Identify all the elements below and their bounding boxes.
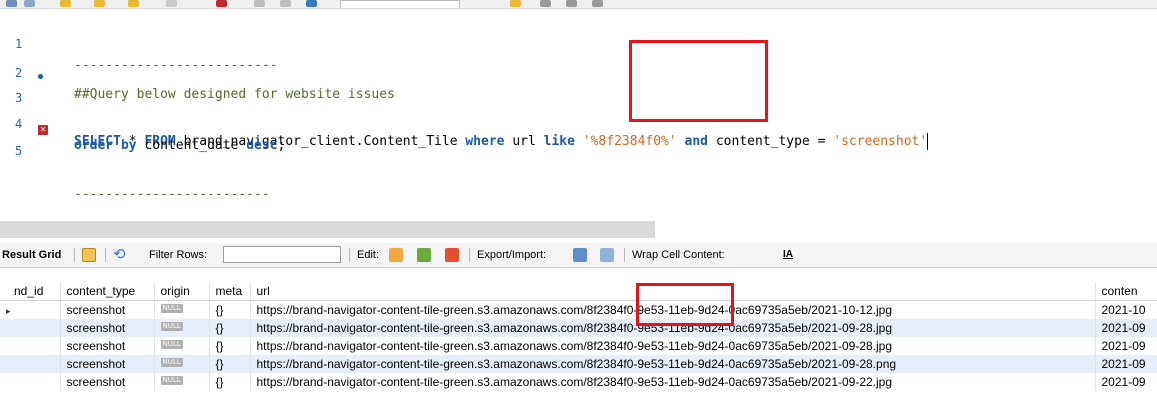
- table-row[interactable]: screenshot NULL {} https://brand-navigat…: [0, 337, 1157, 355]
- add-row-icon[interactable]: [417, 248, 431, 262]
- divider: [469, 248, 470, 262]
- cell-meta[interactable]: {}: [209, 337, 251, 355]
- line-number: 5: [15, 144, 23, 158]
- open-file-icon[interactable]: [24, 0, 35, 7]
- divider: [74, 248, 75, 262]
- divider: [105, 248, 106, 262]
- cell-content-date[interactable]: 2021-09: [1095, 373, 1157, 391]
- export-import-label: Export/Import:: [477, 249, 547, 261]
- cell-content-date[interactable]: 2021-10: [1095, 300, 1157, 319]
- cell-id[interactable]: [0, 373, 61, 391]
- new-tab-icon[interactable]: [6, 0, 17, 7]
- import-icon[interactable]: [600, 248, 614, 262]
- cell-meta[interactable]: {}: [209, 355, 251, 373]
- grid-view-icon[interactable]: [82, 248, 96, 262]
- refresh-icon[interactable]: ⟲: [113, 243, 126, 267]
- cell-id[interactable]: [0, 319, 61, 337]
- beautify-icon[interactable]: [510, 0, 521, 7]
- cell-origin[interactable]: NULL: [154, 300, 210, 319]
- filter-rows-label: Filter Rows:: [149, 249, 208, 261]
- cell-origin[interactable]: NULL: [154, 373, 210, 391]
- cell-origin[interactable]: NULL: [154, 319, 210, 337]
- cell-id[interactable]: [0, 337, 61, 355]
- execute-current-icon[interactable]: [94, 0, 105, 7]
- cell-content-type[interactable]: screenshot: [60, 300, 155, 319]
- cell-content-type[interactable]: screenshot: [60, 355, 155, 373]
- divider: [624, 248, 625, 262]
- statement-dot-icon: [38, 65, 43, 87]
- table-row[interactable]: ▸ screenshot NULL {} https://brand-navig…: [0, 300, 1157, 319]
- cell-content-type[interactable]: screenshot: [60, 319, 155, 337]
- column-header[interactable]: origin: [154, 282, 210, 301]
- result-grid-toolbar: Result Grid ⟲ Filter Rows: Edit: Export/…: [0, 243, 1157, 268]
- cell-content-date[interactable]: 2021-09: [1095, 319, 1157, 337]
- table-row[interactable]: screenshot NULL {} https://brand-navigat…: [0, 319, 1157, 337]
- wrap-cell-label: Wrap Cell Content:: [632, 249, 725, 261]
- sql-editor[interactable]: 1 -------------------------- 2 ##Query b…: [0, 9, 1157, 221]
- invisible-chars-icon[interactable]: [566, 0, 577, 7]
- cell-url[interactable]: https://brand-navigator-content-tile-gre…: [250, 337, 1096, 355]
- editor-horizontal-scrollbar[interactable]: [0, 221, 655, 238]
- edit-label: Edit:: [357, 249, 380, 261]
- table-row[interactable]: screenshot NULL {} https://brand-navigat…: [0, 373, 1157, 391]
- explain-icon[interactable]: [128, 0, 139, 7]
- current-row-icon: ▸: [6, 306, 11, 316]
- execute-icon[interactable]: [60, 0, 71, 7]
- editor-line-4: 4 order by content_date desc;: [0, 91, 1157, 153]
- cell-meta[interactable]: {}: [209, 300, 251, 319]
- export-icon[interactable]: [573, 248, 587, 262]
- cell-url[interactable]: https://brand-navigator-content-tile-gre…: [250, 373, 1096, 391]
- editor-line-3: 3 SELECT * FROM brand_navigator_client.C…: [0, 65, 1157, 150]
- column-header[interactable]: nd_id: [0, 282, 61, 301]
- filter-rows-input[interactable]: [223, 246, 341, 263]
- edit-row-icon[interactable]: [389, 248, 403, 262]
- rollback-icon[interactable]: [280, 0, 291, 7]
- toggle-error-icon[interactable]: [216, 0, 227, 7]
- column-header[interactable]: meta: [209, 282, 251, 301]
- syntax-error-icon[interactable]: ✕: [38, 118, 48, 140]
- editor-line-1: 1 --------------------------: [0, 11, 1157, 73]
- column-header[interactable]: content_type: [60, 282, 155, 301]
- find-icon[interactable]: [540, 0, 551, 7]
- table-row[interactable]: screenshot NULL {} https://brand-navigat…: [0, 355, 1157, 373]
- result-grid-label[interactable]: Result Grid: [2, 243, 61, 267]
- highlight-box-url-id: [636, 283, 734, 326]
- editor-toolbar: [0, 0, 1157, 9]
- cell-content-type[interactable]: screenshot: [60, 337, 155, 355]
- cell-content-date[interactable]: 2021-09: [1095, 355, 1157, 373]
- cell-content-type[interactable]: screenshot: [60, 373, 155, 391]
- wrap-lines-icon[interactable]: [592, 0, 603, 7]
- cell-content-date[interactable]: 2021-09: [1095, 337, 1157, 355]
- result-grid: nd_id content_type origin meta url conte…: [0, 282, 1157, 391]
- cell-origin[interactable]: NULL: [154, 337, 210, 355]
- autocommit-icon[interactable]: [306, 0, 317, 7]
- cell-meta[interactable]: {}: [209, 373, 251, 391]
- code-text: -------------------------: [74, 187, 270, 202]
- editor-line-5: 5 ✕ -------------------------: [0, 118, 1157, 202]
- wrap-cell-icon[interactable]: IA: [783, 243, 793, 267]
- cell-id[interactable]: ▸: [0, 300, 61, 319]
- commit-icon[interactable]: [254, 0, 265, 7]
- editor-line-2: 2 ##Query below designed for website iss…: [0, 40, 1157, 102]
- limit-rows-select[interactable]: [340, 0, 460, 8]
- cell-meta[interactable]: {}: [209, 319, 251, 337]
- column-header[interactable]: conten: [1095, 282, 1157, 301]
- header-row: nd_id content_type origin meta url conte…: [0, 282, 1157, 301]
- cell-origin[interactable]: NULL: [154, 355, 210, 373]
- cell-url[interactable]: https://brand-navigator-content-tile-gre…: [250, 355, 1096, 373]
- divider: [349, 248, 350, 262]
- stop-icon[interactable]: [166, 0, 177, 7]
- cell-id[interactable]: [0, 355, 61, 373]
- highlight-box-pattern: [629, 40, 768, 122]
- delete-row-icon[interactable]: [445, 248, 459, 262]
